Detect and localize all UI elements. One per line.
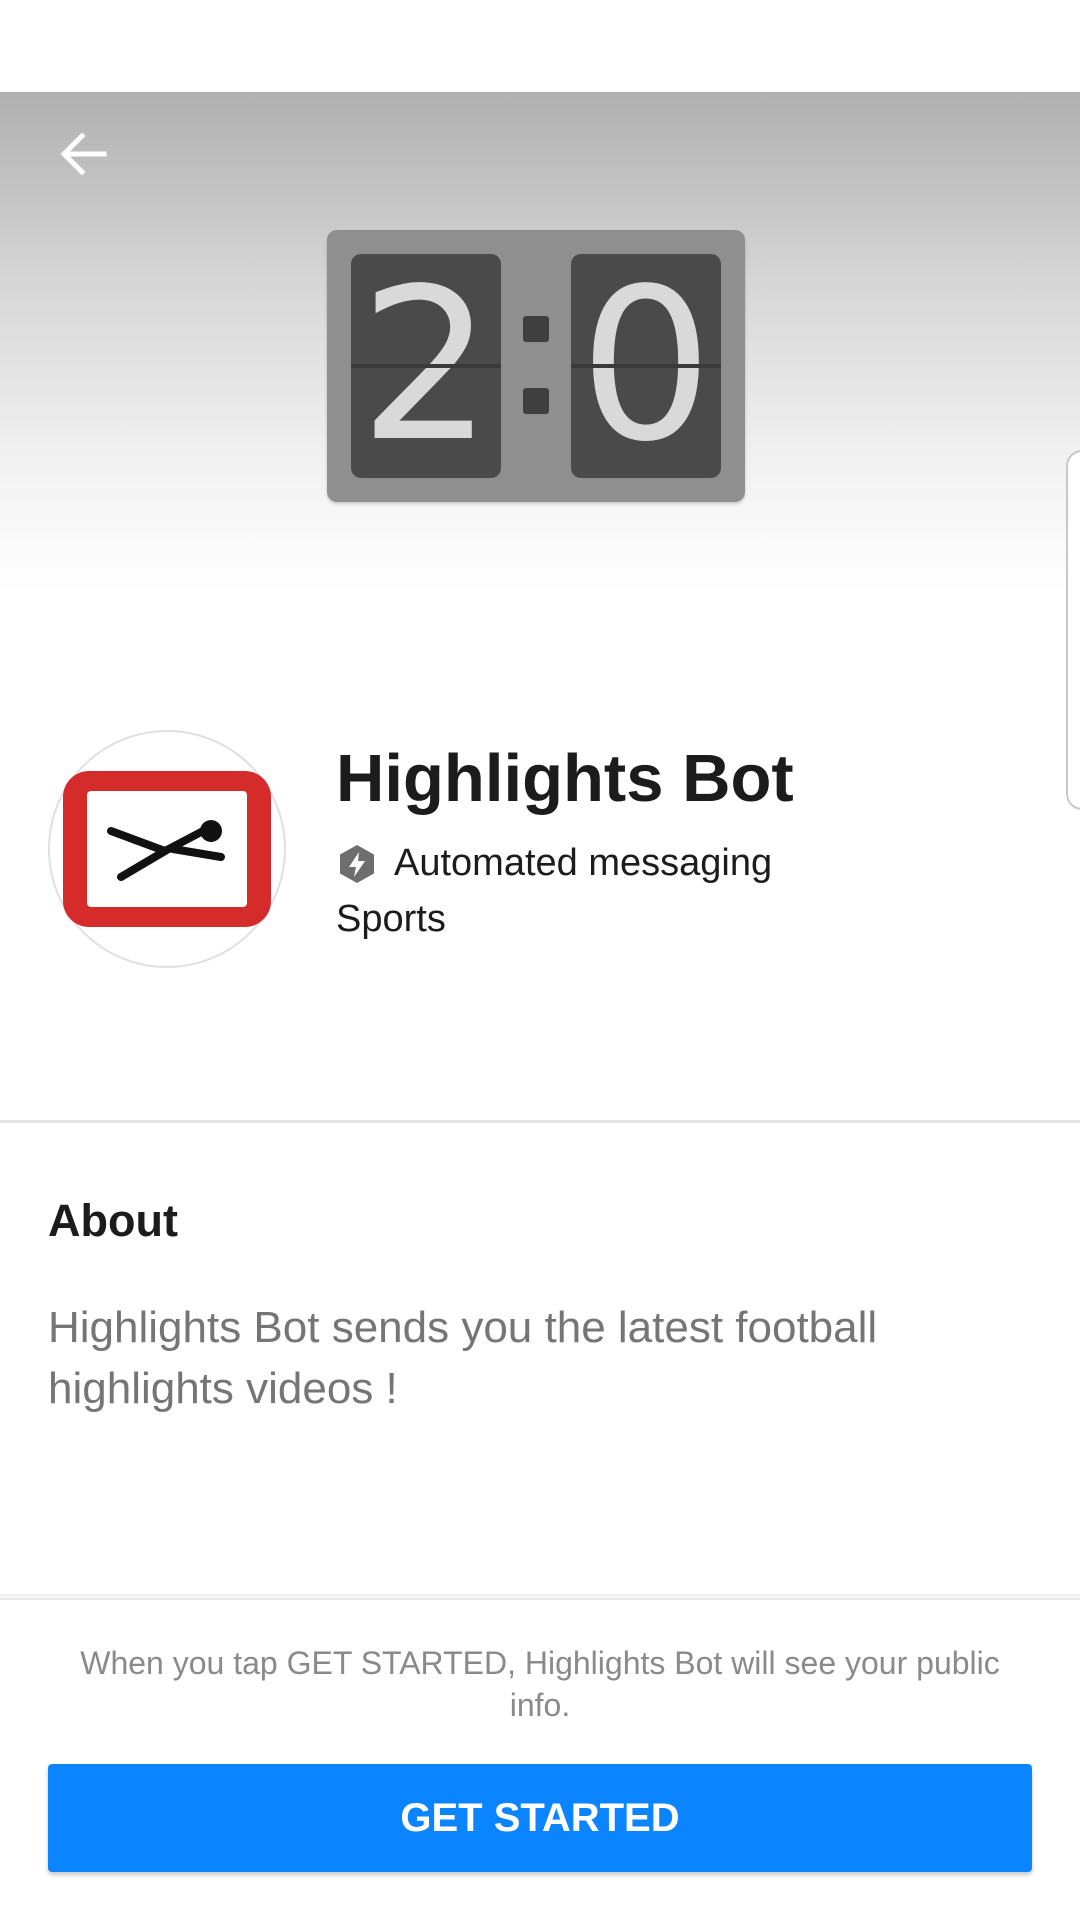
section-divider (0, 1120, 1080, 1123)
lightning-hexagon-icon (340, 844, 374, 883)
about-description: Highlights Bot sends you the latest foot… (48, 1303, 878, 1413)
bot-name: Highlights Bot (336, 741, 794, 816)
status-bar (0, 0, 1080, 92)
get-started-button[interactable]: GET STARTED (48, 1764, 1032, 1872)
back-button[interactable] (48, 118, 120, 190)
automated-messaging-row: Automated messaging (336, 842, 772, 885)
category-label: Sports (336, 898, 446, 940)
scoreboard-colon-top (523, 316, 549, 342)
score-digit-left: 2 (351, 254, 501, 478)
arrow-left-icon (60, 132, 107, 176)
footer-divider (0, 1598, 1080, 1600)
tv-diving-player-icon (63, 771, 271, 927)
automated-messaging-label: Automated messaging (394, 842, 773, 884)
avatar[interactable] (48, 730, 286, 968)
edge-panel-handle[interactable] (1066, 450, 1080, 810)
about-heading: About (48, 1195, 178, 1246)
scoreboard-colon-bottom (523, 388, 549, 414)
scoreboard-image: 2 0 (327, 230, 745, 502)
privacy-disclaimer: When you tap GET STARTED, Highlights Bot… (80, 1645, 1000, 1723)
score-digit-right: 0 (571, 254, 721, 478)
